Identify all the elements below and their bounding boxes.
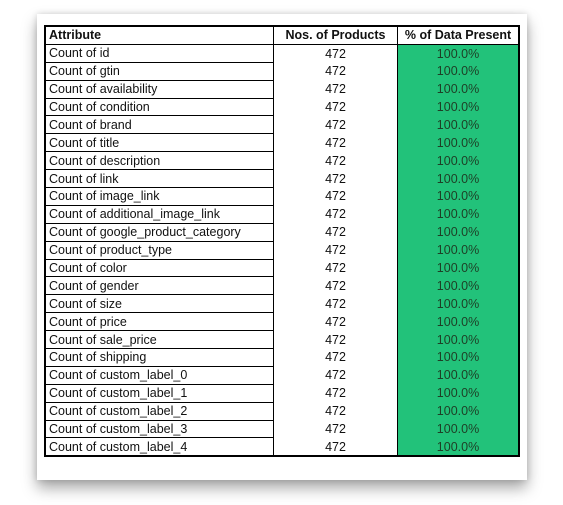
- products-cell: 472: [273, 133, 398, 152]
- percent-cell: 100.0%: [397, 62, 520, 81]
- table-row: Count of availability 472 100.0%: [44, 79, 520, 99]
- percent-cell: 100.0%: [397, 44, 520, 63]
- products-cell: 472: [273, 294, 398, 313]
- products-cell: 472: [273, 241, 398, 260]
- products-cell: 472: [273, 187, 398, 206]
- products-cell: 472: [273, 276, 398, 295]
- attribute-cell: Count of custom_label_1: [44, 383, 274, 403]
- table-row: Count of condition 472 100.0%: [44, 97, 520, 117]
- percent-cell: 100.0%: [397, 241, 520, 260]
- products-cell: 472: [273, 330, 398, 349]
- percent-cell: 100.0%: [397, 312, 520, 331]
- products-cell: 472: [273, 366, 398, 385]
- percent-cell: 100.0%: [397, 259, 520, 277]
- table-row: Count of custom_label_2 472 100.0%: [44, 401, 520, 421]
- table-row: Count of custom_label_0 472 100.0%: [44, 365, 520, 385]
- products-cell: 472: [273, 98, 398, 116]
- products-cell: 472: [273, 62, 398, 81]
- products-cell: 472: [273, 384, 398, 403]
- products-cell: 472: [273, 437, 398, 457]
- percent-cell: 100.0%: [397, 187, 520, 206]
- attribute-cell: Count of custom_label_3: [44, 419, 274, 439]
- table-row: Count of description 472 100.0%: [44, 151, 520, 171]
- attribute-cell: Count of google_product_category: [44, 222, 274, 242]
- header-percent: % of Data Present: [397, 25, 520, 45]
- table-row: Count of color 472 100.0%: [44, 258, 520, 278]
- products-cell: 472: [273, 259, 398, 277]
- table-row: Count of gender 472 100.0%: [44, 276, 520, 296]
- header-products: Nos. of Products: [273, 25, 398, 45]
- percent-cell: 100.0%: [397, 348, 520, 367]
- attribute-cell: Count of custom_label_2: [44, 401, 274, 421]
- products-cell: 472: [273, 420, 398, 438]
- products-cell: 472: [273, 151, 398, 170]
- products-cell: 472: [273, 312, 398, 331]
- table-row: Count of link 472 100.0%: [44, 169, 520, 189]
- attribute-cell: Count of title: [44, 133, 274, 153]
- attribute-cell: Count of availability: [44, 79, 274, 99]
- percent-cell: 100.0%: [397, 420, 520, 438]
- table-row: Count of custom_label_3 472 100.0%: [44, 419, 520, 439]
- attribute-cell: Count of additional_image_link: [44, 204, 274, 224]
- attribute-cell: Count of image_link: [44, 187, 274, 206]
- products-cell: 472: [273, 223, 398, 242]
- percent-cell: 100.0%: [397, 330, 520, 349]
- table-row: Count of brand 472 100.0%: [44, 115, 520, 135]
- table-row: Count of custom_label_1 472 100.0%: [44, 383, 520, 403]
- attribute-cell: Count of id: [44, 43, 274, 63]
- attribute-cell: Count of custom_label_4: [44, 437, 274, 457]
- attribute-cell: Count of custom_label_0: [44, 365, 274, 385]
- percent-cell: 100.0%: [397, 98, 520, 116]
- products-cell: 472: [273, 80, 398, 99]
- header-row: Attribute Nos. of Products % of Data Pre…: [44, 25, 520, 45]
- table-row: Count of size 472 100.0%: [44, 294, 520, 314]
- percent-cell: 100.0%: [397, 151, 520, 170]
- percent-cell: 100.0%: [397, 169, 520, 188]
- percent-cell: 100.0%: [397, 133, 520, 152]
- table-row: Count of image_link 472 100.0%: [44, 187, 520, 206]
- products-cell: 472: [273, 402, 398, 421]
- attribute-cell: Count of product_type: [44, 240, 274, 260]
- percent-cell: 100.0%: [397, 384, 520, 403]
- percent-cell: 100.0%: [397, 276, 520, 295]
- products-cell: 472: [273, 44, 398, 63]
- header-attribute: Attribute: [44, 25, 274, 45]
- attribute-cell: Count of gtin: [44, 61, 274, 81]
- attribute-cell: Count of gender: [44, 276, 274, 296]
- percent-cell: 100.0%: [397, 294, 520, 313]
- data-completeness-table: Attribute Nos. of Products % of Data Pre…: [44, 25, 520, 458]
- table-row: Count of shipping 472 100.0%: [44, 348, 520, 367]
- percent-cell: 100.0%: [397, 223, 520, 242]
- table-row: Count of price 472 100.0%: [44, 312, 520, 332]
- products-cell: 472: [273, 115, 398, 134]
- percent-cell: 100.0%: [397, 80, 520, 99]
- percent-cell: 100.0%: [397, 437, 520, 457]
- attribute-cell: Count of size: [44, 294, 274, 314]
- attribute-cell: Count of link: [44, 169, 274, 189]
- percent-cell: 100.0%: [397, 115, 520, 134]
- products-cell: 472: [273, 348, 398, 367]
- percent-cell: 100.0%: [397, 366, 520, 385]
- attribute-cell: Count of shipping: [44, 348, 274, 367]
- attribute-cell: Count of sale_price: [44, 330, 274, 350]
- attribute-cell: Count of color: [44, 258, 274, 278]
- table-row: Count of product_type 472 100.0%: [44, 240, 520, 260]
- table-row: Count of additional_image_link 472 100.0%: [44, 204, 520, 224]
- percent-cell: 100.0%: [397, 205, 520, 224]
- attribute-cell: Count of price: [44, 312, 274, 332]
- attribute-cell: Count of brand: [44, 115, 274, 135]
- table-row: Count of sale_price 472 100.0%: [44, 330, 520, 350]
- table-row: Count of gtin 472 100.0%: [44, 61, 520, 81]
- table-row: Count of custom_label_4 472 100.0%: [44, 437, 520, 457]
- table-row: Count of title 472 100.0%: [44, 133, 520, 153]
- table-row: Count of id 472 100.0%: [44, 43, 520, 63]
- attribute-cell: Count of description: [44, 151, 274, 171]
- products-cell: 472: [273, 169, 398, 188]
- attribute-cell: Count of condition: [44, 97, 274, 117]
- products-cell: 472: [273, 205, 398, 224]
- table-row: Count of google_product_category 472 100.0…: [44, 222, 520, 242]
- percent-cell: 100.0%: [397, 402, 520, 421]
